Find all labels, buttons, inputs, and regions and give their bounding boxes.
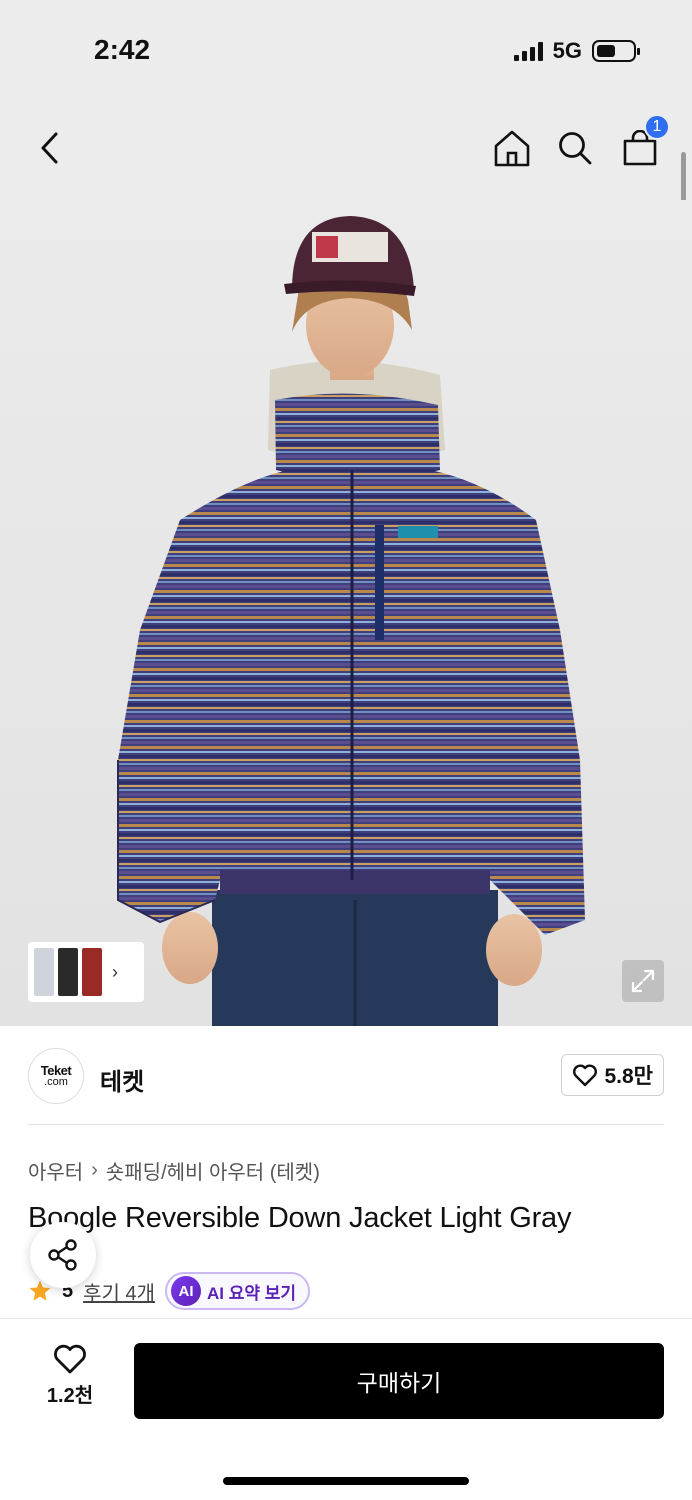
brand-like-count: 5.8만	[604, 1065, 653, 1088]
thumbnail[interactable]	[58, 948, 78, 996]
breadcrumb: 아우터 › 숏패딩/헤비 아우터 (테켓)	[28, 1156, 320, 1185]
ai-icon: AI	[171, 1276, 202, 1306]
top-nav-bar: 1	[0, 100, 692, 200]
status-indicators: 5G	[513, 38, 640, 64]
thumbnail[interactable]	[34, 948, 54, 996]
share-button[interactable]	[30, 1222, 96, 1288]
network-type: 5G	[552, 38, 582, 63]
chevron-right-icon: ›	[91, 1159, 98, 1181]
cart-button[interactable]: 1	[614, 114, 670, 174]
brand-row: Teket .com 테켓 5.8만	[0, 1026, 692, 1124]
expand-image-button[interactable]	[622, 960, 664, 1002]
home-icon	[494, 130, 530, 167]
heart-icon	[573, 1064, 598, 1087]
share-icon	[48, 1239, 77, 1271]
back-button[interactable]	[24, 122, 76, 174]
expand-icon	[631, 969, 655, 993]
product-photo	[117, 216, 585, 1026]
search-icon	[559, 132, 592, 165]
cart-count-badge: 1	[644, 114, 670, 140]
brand-logo[interactable]: Teket .com	[28, 1048, 84, 1104]
brand-name[interactable]: 테켓	[100, 1062, 144, 1097]
product-image[interactable]: ›	[0, 200, 692, 1026]
home-button[interactable]	[486, 122, 538, 174]
signal-icon	[513, 41, 543, 61]
buy-button[interactable]: 구매하기	[134, 1343, 664, 1419]
chevron-right-icon: ›	[112, 961, 118, 982]
battery-icon	[592, 40, 640, 62]
home-indicator	[223, 1477, 469, 1485]
brand-logo-domain: .com	[44, 1076, 68, 1088]
image-thumbnail-strip[interactable]: ›	[28, 942, 144, 1002]
product-title: Boogle Reversible Down Jacket Light Gray	[28, 1202, 572, 1234]
bottom-action-bar: 1.2천 구매하기	[0, 1318, 692, 1500]
status-time: 2:42	[94, 34, 151, 65]
ai-summary-label: AI 요약 보기	[207, 1283, 297, 1303]
wishlist-button[interactable]: 1.2천	[30, 1343, 110, 1419]
ai-summary-button[interactable]: AI AI 요약 보기	[165, 1272, 311, 1310]
search-button[interactable]	[549, 122, 601, 174]
breadcrumb-item[interactable]: 아우터	[28, 1156, 83, 1185]
review-count-link[interactable]: 후기 4개	[83, 1277, 155, 1306]
thumbnail[interactable]	[82, 948, 102, 996]
divider	[28, 1124, 664, 1125]
chevron-left-icon	[41, 132, 58, 164]
heart-icon	[54, 1344, 86, 1374]
wishlist-count: 1.2천	[46, 1385, 94, 1407]
brand-like-button[interactable]: 5.8만	[561, 1054, 664, 1096]
breadcrumb-item[interactable]: 숏패딩/헤비 아우터 (테켓)	[106, 1156, 320, 1185]
status-bar: 2:42 5G	[0, 0, 692, 100]
